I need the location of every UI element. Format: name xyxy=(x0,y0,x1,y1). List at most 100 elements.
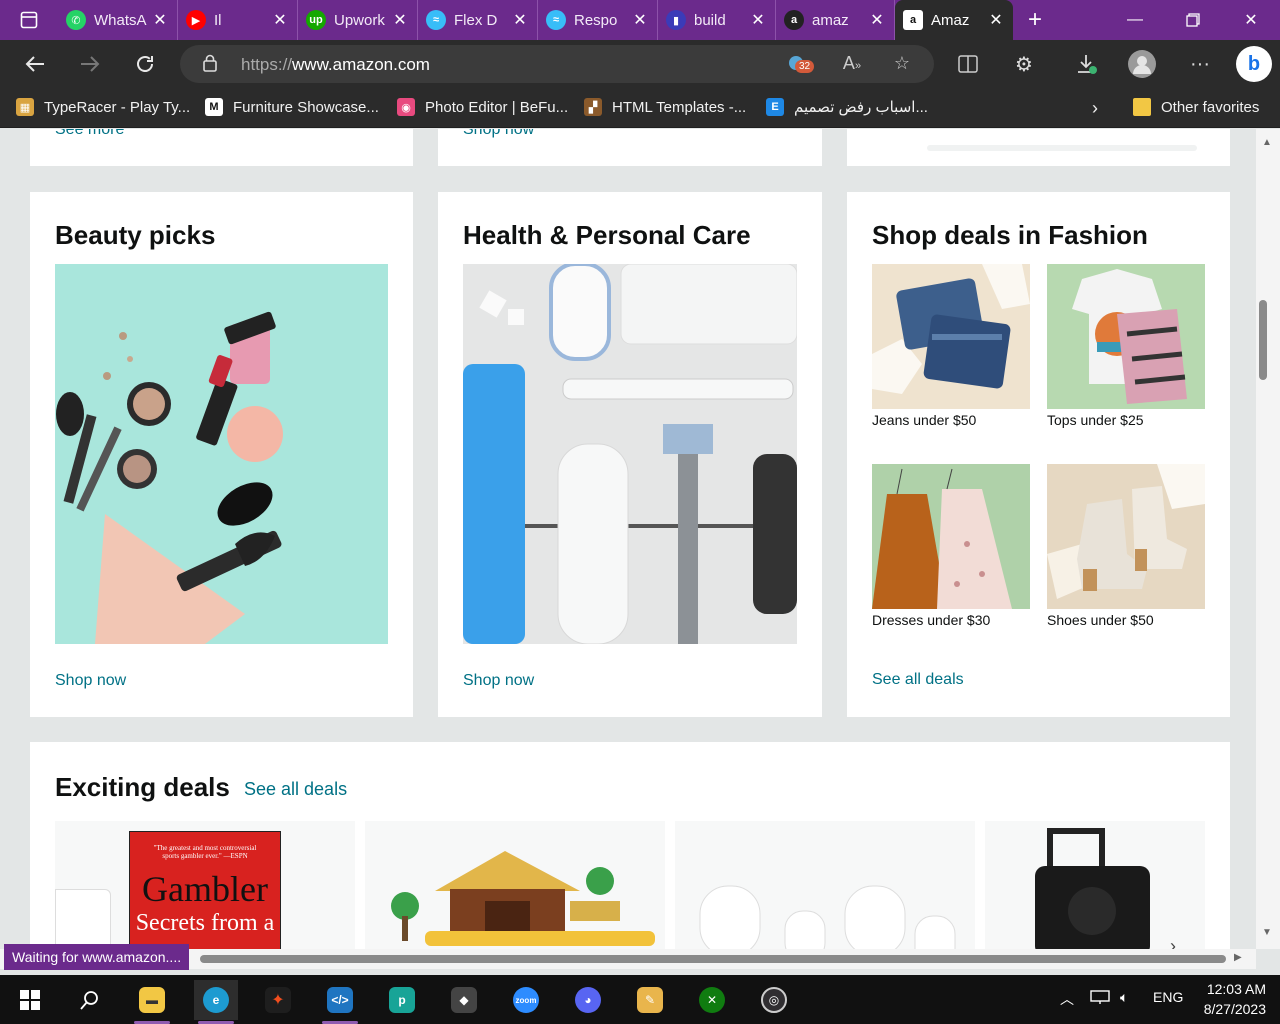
tab-active[interactable]: a Amaz ✕ xyxy=(895,0,1013,40)
address-bar[interactable]: https://www.amazon.com A» ☆ xyxy=(180,45,934,83)
refresh-button[interactable] xyxy=(129,48,161,80)
amazon-icon: a xyxy=(784,10,804,30)
beauty-shop-now-link[interactable]: Shop now xyxy=(55,672,126,690)
vertical-scroll-thumb[interactable] xyxy=(1259,300,1267,380)
favorite-item[interactable]: ◉ Photo Editor | BeFu... xyxy=(397,98,568,116)
photopea-icon[interactable]: p xyxy=(380,980,424,1020)
fashion-item-dresses[interactable]: Dresses under $30 xyxy=(872,464,1030,628)
zoom-icon[interactable]: zoom xyxy=(504,980,548,1020)
tab-label: Flex D xyxy=(454,11,498,29)
shop-now-link[interactable]: Shop now xyxy=(463,129,534,139)
deal-item-book[interactable]: "The greatest and most controversial spo… xyxy=(55,821,355,949)
fashion-item-tops[interactable]: Tops under $25 xyxy=(1047,264,1205,428)
deal-item-smart-sensors[interactable] xyxy=(675,821,975,949)
tab-2[interactable]: ▶ Il ✕ xyxy=(178,0,298,40)
profile-avatar[interactable] xyxy=(1126,48,1158,80)
beauty-image[interactable] xyxy=(55,264,388,644)
close-icon[interactable]: ✕ xyxy=(749,10,767,30)
volume-icon[interactable]: 🔈︎ xyxy=(1120,989,1128,1006)
favorites-overflow-chevron[interactable]: › xyxy=(1092,98,1098,119)
vertical-scrollbar[interactable]: ▲ ▼ xyxy=(1256,129,1280,949)
close-icon[interactable]: ✕ xyxy=(868,10,886,30)
tab-actions-icon[interactable] xyxy=(0,0,58,40)
inkscape-icon[interactable]: ◆ xyxy=(442,980,486,1020)
read-aloud-icon[interactable]: A» xyxy=(840,53,864,75)
carousel-prev-button[interactable] xyxy=(55,889,111,949)
tab-label: Il xyxy=(214,11,222,29)
lock-icon[interactable] xyxy=(202,54,218,77)
deals-see-all-link[interactable]: See all deals xyxy=(244,779,347,800)
xbox-icon[interactable]: ✕ xyxy=(690,980,734,1020)
see-more-link[interactable]: See more xyxy=(55,129,124,139)
bing-icon[interactable]: b xyxy=(1236,46,1272,82)
more-menu-icon[interactable]: ··· xyxy=(1184,48,1216,80)
page-viewport: See more Shop now Beauty picks Shop now … xyxy=(0,129,1280,949)
minimize-button[interactable]: — xyxy=(1106,0,1164,40)
close-icon[interactable]: ✕ xyxy=(987,10,1005,30)
downloads-icon[interactable] xyxy=(1070,48,1102,80)
favorite-label: TypeRacer - Play Ty... xyxy=(44,98,191,116)
extensions-icon[interactable]: ⚙ xyxy=(1008,48,1040,80)
tab-3[interactable]: up Upwork ✕ xyxy=(298,0,418,40)
tab-4[interactable]: ≈ Flex D ✕ xyxy=(418,0,538,40)
close-icon[interactable]: ✕ xyxy=(151,10,169,30)
fashion-see-all-link[interactable]: See all deals xyxy=(872,671,964,689)
other-favorites-label: Other favorites xyxy=(1161,98,1260,116)
jeans-image[interactable] xyxy=(872,264,1030,409)
amazon-icon: a xyxy=(903,10,923,30)
horizontal-scroll-thumb[interactable] xyxy=(200,955,1226,963)
split-screen-icon[interactable] xyxy=(952,48,984,80)
new-tab-button[interactable]: + xyxy=(1013,6,1057,34)
tops-image[interactable] xyxy=(1047,264,1205,409)
network-icon[interactable] xyxy=(1090,989,1110,1008)
obs-icon[interactable]: ◎ xyxy=(752,980,796,1020)
favorite-item[interactable]: ▦ TypeRacer - Play Ty... xyxy=(16,98,190,116)
deal-item-nativity-set[interactable] xyxy=(365,821,665,949)
paint-icon[interactable]: ✎ xyxy=(628,980,672,1020)
back-button[interactable] xyxy=(19,48,51,80)
whatsapp-icon: ✆ xyxy=(66,10,86,30)
deal-item-speaker[interactable]: › xyxy=(985,821,1205,949)
tab-6[interactable]: ▮ build ✕ xyxy=(658,0,776,40)
tray-overflow-chevron[interactable]: ︿ xyxy=(1060,989,1074,1009)
health-image[interactable] xyxy=(463,264,797,644)
tab-5[interactable]: ≈ Respo ✕ xyxy=(538,0,658,40)
tab-label: build xyxy=(694,11,726,29)
favorite-star-icon[interactable]: ☆ xyxy=(890,53,914,75)
language-indicator[interactable]: ENG xyxy=(1153,989,1183,1005)
tailwind-icon: ≈ xyxy=(546,10,566,30)
carousel-next-icon[interactable]: › xyxy=(1170,936,1176,949)
windows-taskbar: ▬ e ✦ </> p ◆ zoom ◕ ✎ ✕ ◎ ︿ 🔈︎ ENG 12:0… xyxy=(0,975,1280,1024)
figma-icon[interactable]: ✦ xyxy=(256,980,300,1020)
fashion-caption: Shoes under $50 xyxy=(1047,612,1154,628)
file-explorer-icon[interactable]: ▬ xyxy=(130,980,174,1024)
search-icon[interactable] xyxy=(68,980,112,1020)
edge-icon[interactable]: e xyxy=(194,980,238,1024)
restore-button[interactable] xyxy=(1164,0,1222,40)
card-top-right xyxy=(847,129,1230,166)
close-window-button[interactable]: ✕ xyxy=(1222,0,1280,40)
discord-icon[interactable]: ◕ xyxy=(566,980,610,1020)
fashion-item-shoes[interactable]: Shoes under $50 xyxy=(1047,464,1205,628)
favorite-item[interactable]: ▞ HTML Templates -... xyxy=(584,98,746,116)
tab-1[interactable]: ✆ WhatsApp✕ xyxy=(58,0,178,40)
close-icon[interactable]: ✕ xyxy=(631,10,649,30)
other-favorites-folder[interactable]: Other favorites xyxy=(1133,98,1259,116)
tab-7[interactable]: a amaz ✕ xyxy=(776,0,895,40)
close-icon[interactable]: ✕ xyxy=(511,10,529,30)
tab-label: Respo xyxy=(574,11,618,29)
favorite-item[interactable]: E اسباب رفض تصميم... xyxy=(766,98,928,116)
forward-button[interactable] xyxy=(74,48,106,80)
tracker-count-badge: 32 xyxy=(795,60,815,73)
fashion-item-jeans[interactable]: Jeans under $50 xyxy=(872,264,1030,428)
favorite-icon: E xyxy=(766,98,784,116)
favorite-item[interactable]: M Furniture Showcase... xyxy=(205,98,379,116)
vscode-icon[interactable]: </> xyxy=(318,980,362,1024)
shoes-image[interactable] xyxy=(1047,464,1205,609)
dresses-image[interactable] xyxy=(872,464,1030,609)
close-icon[interactable]: ✕ xyxy=(391,10,409,30)
clock[interactable]: 12:03 AM 8/27/2023 xyxy=(1204,979,1266,1019)
close-icon[interactable]: ✕ xyxy=(271,10,289,30)
start-button[interactable] xyxy=(8,980,52,1020)
health-shop-now-link[interactable]: Shop now xyxy=(463,672,534,690)
